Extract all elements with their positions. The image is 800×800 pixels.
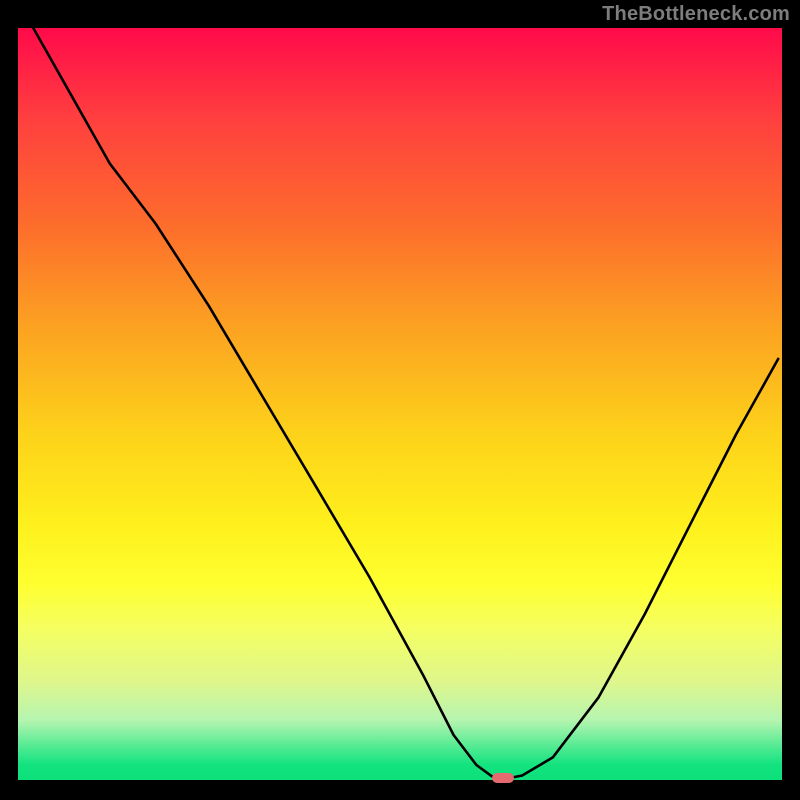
plot-area <box>18 28 782 780</box>
minimum-marker <box>492 773 514 783</box>
chart-frame: TheBottleneck.com <box>0 0 800 800</box>
bottleneck-curve <box>18 28 782 780</box>
watermark-text: TheBottleneck.com <box>602 3 790 26</box>
